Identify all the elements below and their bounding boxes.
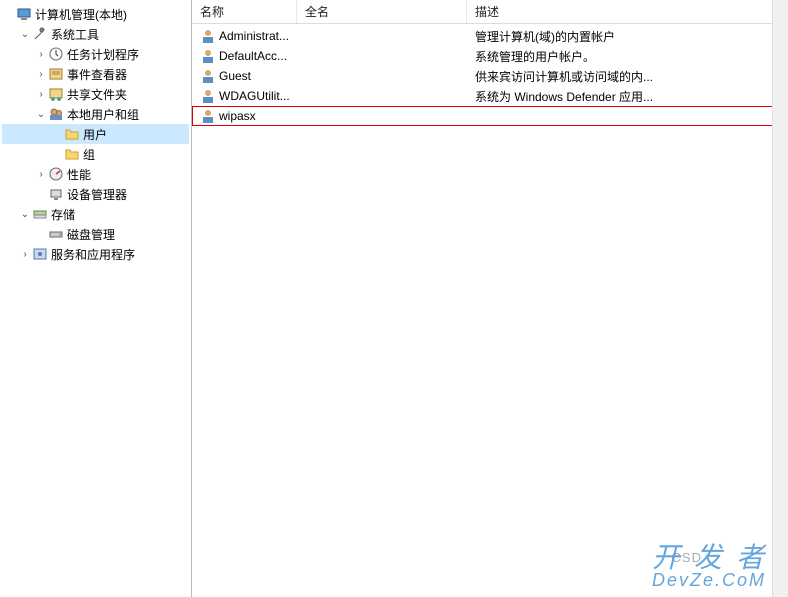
tree-groups[interactable]: · 组 [2, 144, 189, 164]
expand-icon[interactable]: › [18, 247, 32, 261]
event-icon [48, 66, 64, 82]
clock-icon [48, 46, 64, 62]
tree-label: 任务计划程序 [67, 46, 139, 63]
user-description: 管理计算机(域)的内置帐户 [467, 28, 788, 45]
tree-label: 服务和应用程序 [51, 246, 135, 263]
tree-device-manager[interactable]: · 设备管理器 [2, 184, 189, 204]
user-name: DefaultAcc... [219, 49, 287, 63]
user-name: wipasx [219, 109, 256, 123]
tree-label: 组 [83, 146, 95, 163]
user-icon [200, 68, 216, 84]
user-list-panel: 名称 全名 描述 Administrat... 管理计算机(域)的内置帐户 [192, 0, 788, 597]
list-item[interactable]: DefaultAcc... 系统管理的用户帐户。 [192, 46, 788, 66]
user-name: Administrat... [219, 29, 289, 43]
share-icon [48, 86, 64, 102]
tree-label: 存储 [51, 206, 75, 223]
list-item-highlighted[interactable]: wipasx [192, 106, 788, 126]
tree-label: 本地用户和组 [67, 106, 139, 123]
navigation-tree: ▾ 计算机管理(本地) ⌄ 系统工具 › 任务计划程序 › 事件查 [0, 0, 192, 597]
user-description: 供来宾访问计算机或访问域的内... [467, 68, 788, 85]
collapse-icon[interactable]: ⌄ [18, 207, 32, 221]
tree-label: 性能 [67, 166, 91, 183]
tree-label: 共享文件夹 [67, 86, 127, 103]
folder-icon [64, 146, 80, 162]
tree-label: 系统工具 [51, 26, 99, 43]
tree-label: 事件查看器 [67, 66, 127, 83]
column-description[interactable]: 描述 [467, 0, 788, 23]
user-description: 系统为 Windows Defender 应用... [467, 88, 788, 105]
collapse-icon[interactable]: ⌄ [34, 107, 48, 121]
users-icon [48, 106, 64, 122]
column-headers: 名称 全名 描述 [192, 0, 788, 24]
tree-shared-folders[interactable]: › 共享文件夹 [2, 84, 189, 104]
user-icon [200, 108, 216, 124]
perf-icon [48, 166, 64, 182]
list-body: Administrat... 管理计算机(域)的内置帐户 DefaultAcc.… [192, 24, 788, 597]
computer-icon [16, 6, 32, 22]
disk-icon [48, 226, 64, 242]
expand-icon[interactable]: › [34, 67, 48, 81]
tree-root[interactable]: ▾ 计算机管理(本地) [2, 4, 189, 24]
list-item[interactable]: Administrat... 管理计算机(域)的内置帐户 [192, 26, 788, 46]
tree-label: 磁盘管理 [67, 226, 115, 243]
expand-icon[interactable]: › [34, 167, 48, 181]
user-icon [200, 88, 216, 104]
collapse-icon[interactable]: ⌄ [18, 27, 32, 41]
tree-label: 计算机管理(本地) [35, 6, 127, 23]
folder-icon [64, 126, 80, 142]
storage-icon [32, 206, 48, 222]
user-description: 系统管理的用户帐户。 [467, 48, 788, 65]
tree-task-scheduler[interactable]: › 任务计划程序 [2, 44, 189, 64]
tree-disk-management[interactable]: · 磁盘管理 [2, 224, 189, 244]
tree-system-tools[interactable]: ⌄ 系统工具 [2, 24, 189, 44]
user-name: WDAGUtilit... [219, 89, 290, 103]
user-icon [200, 28, 216, 44]
list-item[interactable]: Guest 供来宾访问计算机或访问域的内... [192, 66, 788, 86]
tree-services-apps[interactable]: › 服务和应用程序 [2, 244, 189, 264]
tree-storage[interactable]: ⌄ 存储 [2, 204, 189, 224]
wrench-icon [32, 26, 48, 42]
expand-icon[interactable]: › [34, 47, 48, 61]
services-icon [32, 246, 48, 262]
tree-event-viewer[interactable]: › 事件查看器 [2, 64, 189, 84]
user-name: Guest [219, 69, 251, 83]
column-fullname[interactable]: 全名 [297, 0, 467, 23]
tree-label: 设备管理器 [67, 186, 127, 203]
tree-local-users-groups[interactable]: ⌄ 本地用户和组 [2, 104, 189, 124]
expand-icon[interactable]: › [34, 87, 48, 101]
tree-users[interactable]: · 用户 [2, 124, 189, 144]
column-name[interactable]: 名称 [192, 0, 297, 23]
list-item[interactable]: WDAGUtilit... 系统为 Windows Defender 应用... [192, 86, 788, 106]
tree-label: 用户 [83, 126, 107, 143]
user-icon [200, 48, 216, 64]
tree-performance[interactable]: › 性能 [2, 164, 189, 184]
vertical-scrollbar[interactable] [772, 0, 788, 597]
device-icon [48, 186, 64, 202]
